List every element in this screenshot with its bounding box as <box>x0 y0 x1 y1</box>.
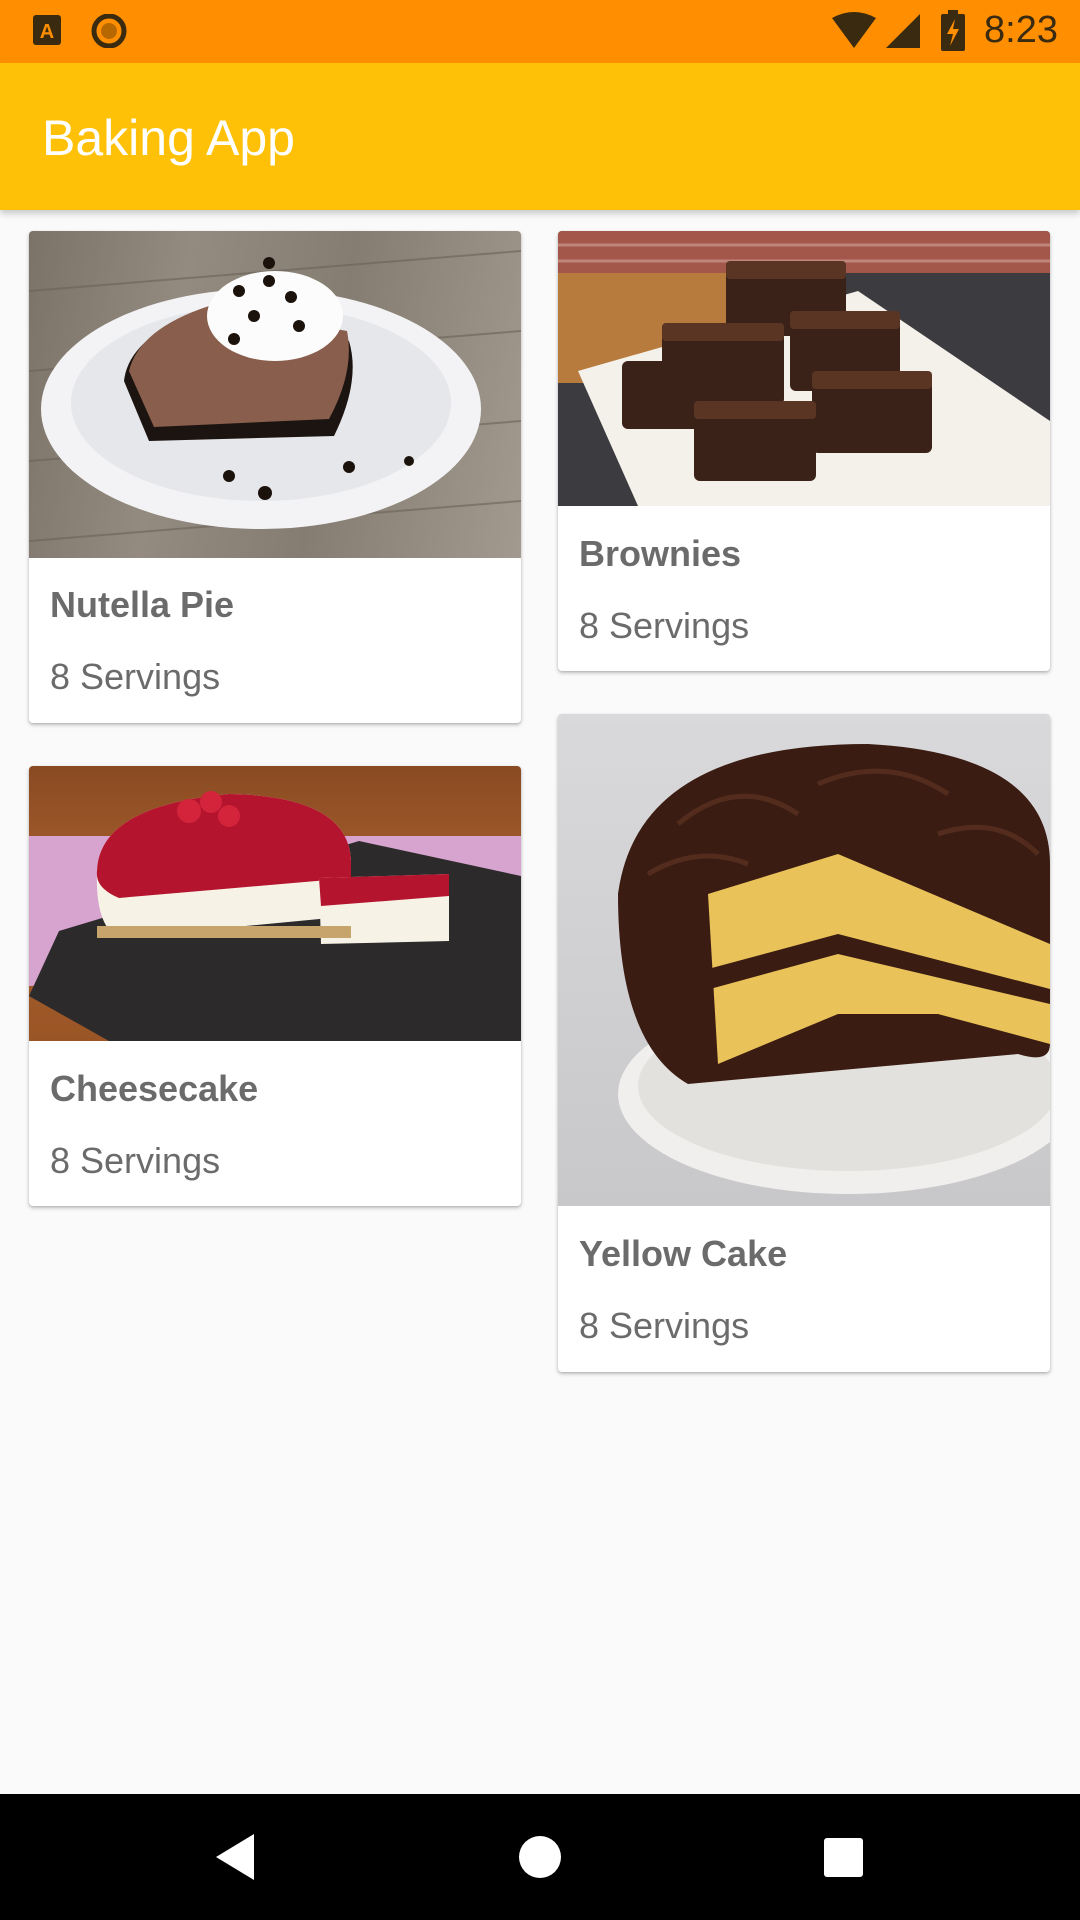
recipe-card-nutella-pie[interactable]: Nutella Pie 8 Servings <box>29 231 521 723</box>
home-button[interactable] <box>480 1794 600 1920</box>
recents-icon <box>824 1838 863 1877</box>
battery-charging-icon <box>941 10 965 51</box>
recipe-card-cheesecake[interactable]: Cheesecake 8 Servings <box>29 766 521 1206</box>
app-a-icon: A <box>33 15 61 45</box>
recipe-title: Brownies <box>579 533 742 574</box>
back-button[interactable] <box>176 1794 296 1920</box>
recipe-title: Yellow Cake <box>579 1233 788 1274</box>
recipe-servings: 8 Servings <box>579 605 750 646</box>
recipe-servings: 8 Servings <box>50 656 221 697</box>
recipe-title: Nutella Pie <box>50 584 235 625</box>
signal-icon <box>886 14 920 48</box>
nutella-pie-photo <box>29 231 521 558</box>
recipe-servings: 8 Servings <box>579 1305 750 1346</box>
brownies-photo <box>558 231 1050 506</box>
cheesecake-photo <box>29 766 521 1041</box>
yellow-cake-photo <box>558 714 1050 1206</box>
status-bar: A 8:23 <box>0 0 1080 63</box>
wifi-icon <box>832 12 876 48</box>
svg-text:A: A <box>40 21 54 43</box>
app-bar: Baking App <box>0 63 1080 210</box>
recipe-title: Cheesecake <box>50 1068 259 1109</box>
recipe-servings: 8 Servings <box>50 1140 221 1181</box>
home-icon <box>519 1836 561 1878</box>
app-title: Baking App <box>42 110 295 166</box>
recipe-card-yellow-cake[interactable]: Yellow Cake 8 Servings <box>558 714 1050 1372</box>
back-icon <box>216 1834 254 1880</box>
recents-button[interactable] <box>784 1794 904 1920</box>
circle-app-icon <box>91 14 127 48</box>
status-time: 8:23 <box>984 9 1058 51</box>
navigation-bar <box>0 1794 1080 1920</box>
recipe-card-brownies[interactable]: Brownies 8 Servings <box>558 231 1050 671</box>
